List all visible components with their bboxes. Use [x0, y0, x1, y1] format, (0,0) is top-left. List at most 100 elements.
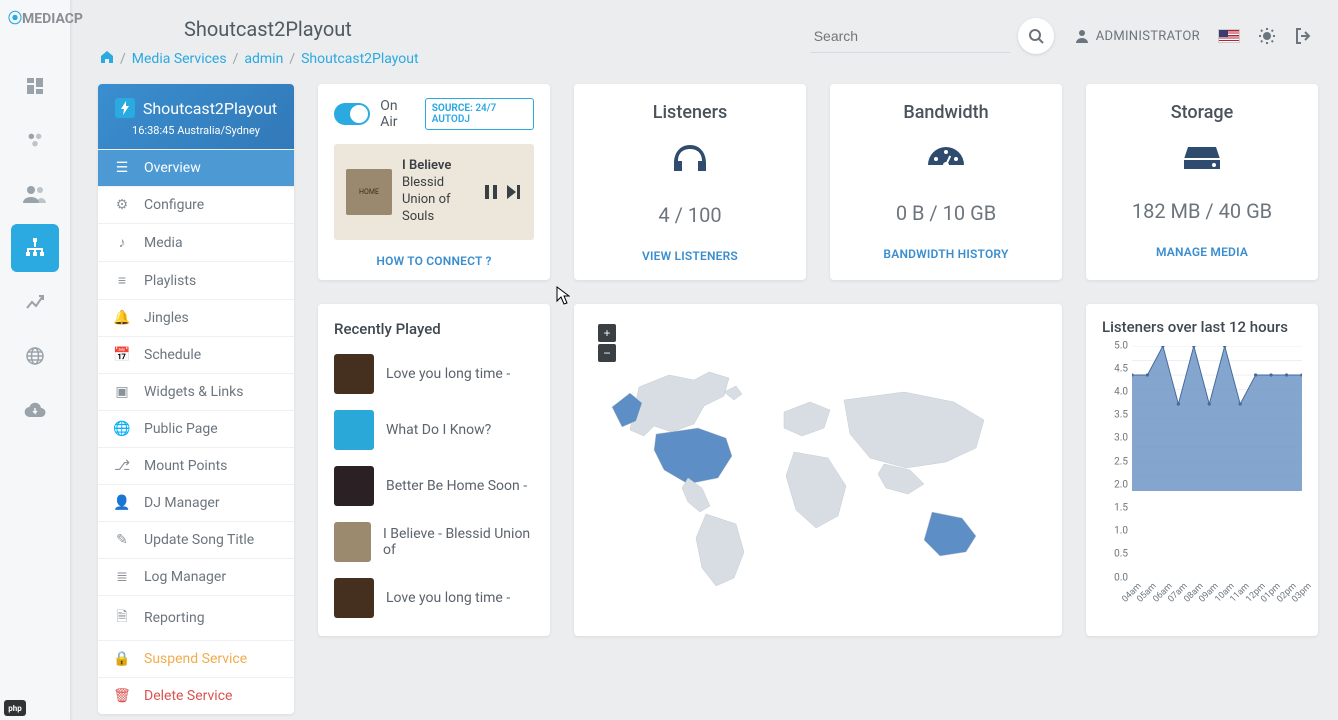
skip-icon[interactable]	[504, 183, 522, 201]
page-main: Shoutcast2Playout ADMINISTRATOR / Media …	[84, 0, 1338, 720]
service-nav-item[interactable]: 🔔Jingles	[98, 299, 294, 336]
track-label: Better Be Home Soon -	[386, 478, 527, 494]
lock-icon: 🔒	[114, 651, 130, 667]
breadcrumb-link[interactable]: admin	[244, 51, 283, 67]
track-artist: Blessid Union of Souls	[402, 175, 472, 226]
listeners-value: 4 / 100	[658, 203, 721, 227]
map-zoom-in-button[interactable]: +	[598, 324, 616, 342]
service-nav-item[interactable]: ⚙ Configure	[98, 186, 294, 223]
service-nav-item[interactable]: ≣Log Manager	[98, 558, 294, 595]
search-button[interactable]	[1018, 18, 1054, 54]
pause-icon[interactable]	[482, 183, 500, 201]
service-nav-label: DJ Manager	[144, 495, 220, 511]
service-nav-item[interactable]: 🔒Suspend Service	[98, 640, 294, 677]
album-cover	[334, 522, 371, 562]
language-flag-us[interactable]	[1218, 29, 1240, 43]
service-nav-item[interactable]: 🌐Public Page	[98, 410, 294, 447]
breadcrumb-link[interactable]: Media Services	[132, 51, 227, 67]
chart-y-axis: 0.00.51.01.52.02.53.03.54.04.55.0	[1102, 346, 1132, 578]
music-icon: ♪	[114, 234, 130, 251]
service-nav-item[interactable]: ✎Update Song Title	[98, 521, 294, 558]
headphones-icon	[670, 143, 710, 181]
listeners-chart: 0.00.51.01.52.02.53.03.54.04.55.0 04am05…	[1102, 346, 1302, 606]
menu-icon: ☰	[114, 160, 130, 176]
how-to-connect-link[interactable]: HOW TO CONNECT ?	[334, 254, 534, 268]
service-nav-label: Playlists	[144, 273, 196, 289]
listeners-chart-title: Listeners over last 12 hours	[1102, 318, 1302, 336]
bell-icon: 🔔	[114, 310, 130, 326]
service-nav-label: Overview	[144, 160, 201, 176]
breadcrumb: / Media Services / admin / Shoutcast2Pla…	[100, 50, 419, 68]
album-cover: HOME	[346, 169, 392, 215]
service-nav-label: Update Song Title	[144, 532, 254, 548]
bandwidth-history-link[interactable]: BANDWIDTH HISTORY	[883, 247, 1008, 261]
onair-toggle[interactable]	[334, 103, 370, 125]
nav-users-icon[interactable]	[11, 170, 59, 218]
top-right-actions: ADMINISTRATOR	[1074, 27, 1312, 45]
service-nav-item[interactable]: ≡ Playlists	[98, 261, 294, 299]
service-nav-header: Shoutcast2Playout 16:38:45 Australia/Syd…	[98, 84, 294, 149]
primary-nav-sidebar: ⦿MEDIACP	[0, 0, 70, 720]
nav-settings-icon[interactable]	[11, 116, 59, 164]
listeners-card: Listeners 4 / 100 VIEW LISTENERS	[574, 84, 806, 280]
logout-icon[interactable]	[1294, 27, 1312, 45]
nav-download-icon[interactable]	[11, 386, 59, 434]
manage-media-link[interactable]: MANAGE MEDIA	[1156, 245, 1248, 259]
now-playing: HOME I Believe Blessid Union of Souls	[334, 144, 534, 240]
album-cover	[334, 466, 374, 506]
recently-played-item[interactable]: What Do I Know?	[334, 410, 534, 450]
view-listeners-link[interactable]: VIEW LISTENERS	[642, 249, 738, 263]
track-label: What Do I Know?	[386, 422, 491, 438]
world-map[interactable]	[584, 352, 1044, 602]
list-icon: ≡	[114, 272, 130, 289]
recently-played-title: Recently Played	[334, 320, 534, 338]
breadcrumb-sep: /	[233, 51, 239, 67]
service-nav-item[interactable]: ☰ Overview	[98, 149, 294, 186]
calendar-icon: 📅	[114, 347, 130, 363]
bandwidth-title: Bandwidth	[903, 102, 988, 123]
service-timezone: 16:38:45 Australia/Sydney	[132, 124, 260, 137]
bolt-icon	[115, 98, 135, 118]
service-nav-item[interactable]: 🗑Delete Service	[98, 677, 294, 714]
user-label: ADMINISTRATOR	[1096, 29, 1200, 44]
onair-card: On Air SOURCE: 24/7 AUTODJ HOME I Believ…	[318, 84, 550, 280]
service-nav-item[interactable]: 📅Schedule	[98, 336, 294, 373]
track-label: I Believe - Blessid Union of	[383, 526, 534, 558]
user-menu[interactable]: ADMINISTRATOR	[1074, 28, 1200, 44]
storage-value: 182 MB / 40 GB	[1132, 199, 1272, 223]
nav-analytics-icon[interactable]	[11, 278, 59, 326]
php-badge: php	[4, 700, 26, 716]
service-nav-item[interactable]: ⎇Mount Points	[98, 447, 294, 484]
nav-services-icon[interactable]	[11, 224, 59, 272]
recently-played-item[interactable]: Love you long time -	[334, 578, 534, 618]
recently-played-item[interactable]: Better Be Home Soon -	[334, 466, 534, 506]
album-cover	[334, 354, 374, 394]
nav-dashboard-icon[interactable]	[11, 62, 59, 110]
service-nav: Shoutcast2Playout 16:38:45 Australia/Syd…	[98, 84, 294, 714]
chart-x-axis: 04am05am06am07am08am09am10am11am12pm01pm…	[1132, 578, 1302, 606]
service-nav-item[interactable]: ♪Media	[98, 223, 294, 261]
page-title: Shoutcast2Playout	[184, 17, 352, 41]
source-prefix: SOURCE:	[432, 103, 473, 114]
listeners-title: Listeners	[653, 102, 728, 123]
nav-network-icon[interactable]	[11, 332, 59, 380]
service-nav-label: Log Manager	[144, 569, 226, 585]
search-icon	[1028, 28, 1044, 44]
breadcrumb-sep: /	[120, 51, 126, 67]
listener-map-card: + −	[574, 304, 1062, 636]
listeners-chart-card: Listeners over last 12 hours 0.00.51.01.…	[1086, 304, 1318, 636]
service-nav-label: Configure	[144, 197, 204, 213]
recently-played-item[interactable]: I Believe - Blessid Union of	[334, 522, 534, 562]
service-name: Shoutcast2Playout	[143, 99, 277, 118]
service-nav-item[interactable]: 🗎Reporting	[98, 595, 294, 640]
recently-played-item[interactable]: Love you long time -	[334, 354, 534, 394]
storage-card: Storage 182 MB / 40 GB MANAGE MEDIA	[1086, 84, 1318, 280]
breadcrumb-home[interactable]	[100, 50, 114, 68]
search-input[interactable]	[810, 20, 1010, 53]
service-nav-item[interactable]: ▣Widgets & Links	[98, 373, 294, 410]
theme-icon[interactable]	[1258, 27, 1276, 45]
storage-title: Storage	[1171, 102, 1234, 123]
gear-icon: ⚙	[114, 197, 130, 213]
source-pill[interactable]: SOURCE: 24/7 AUTODJ	[425, 98, 534, 130]
service-nav-item[interactable]: 👤DJ Manager	[98, 484, 294, 521]
